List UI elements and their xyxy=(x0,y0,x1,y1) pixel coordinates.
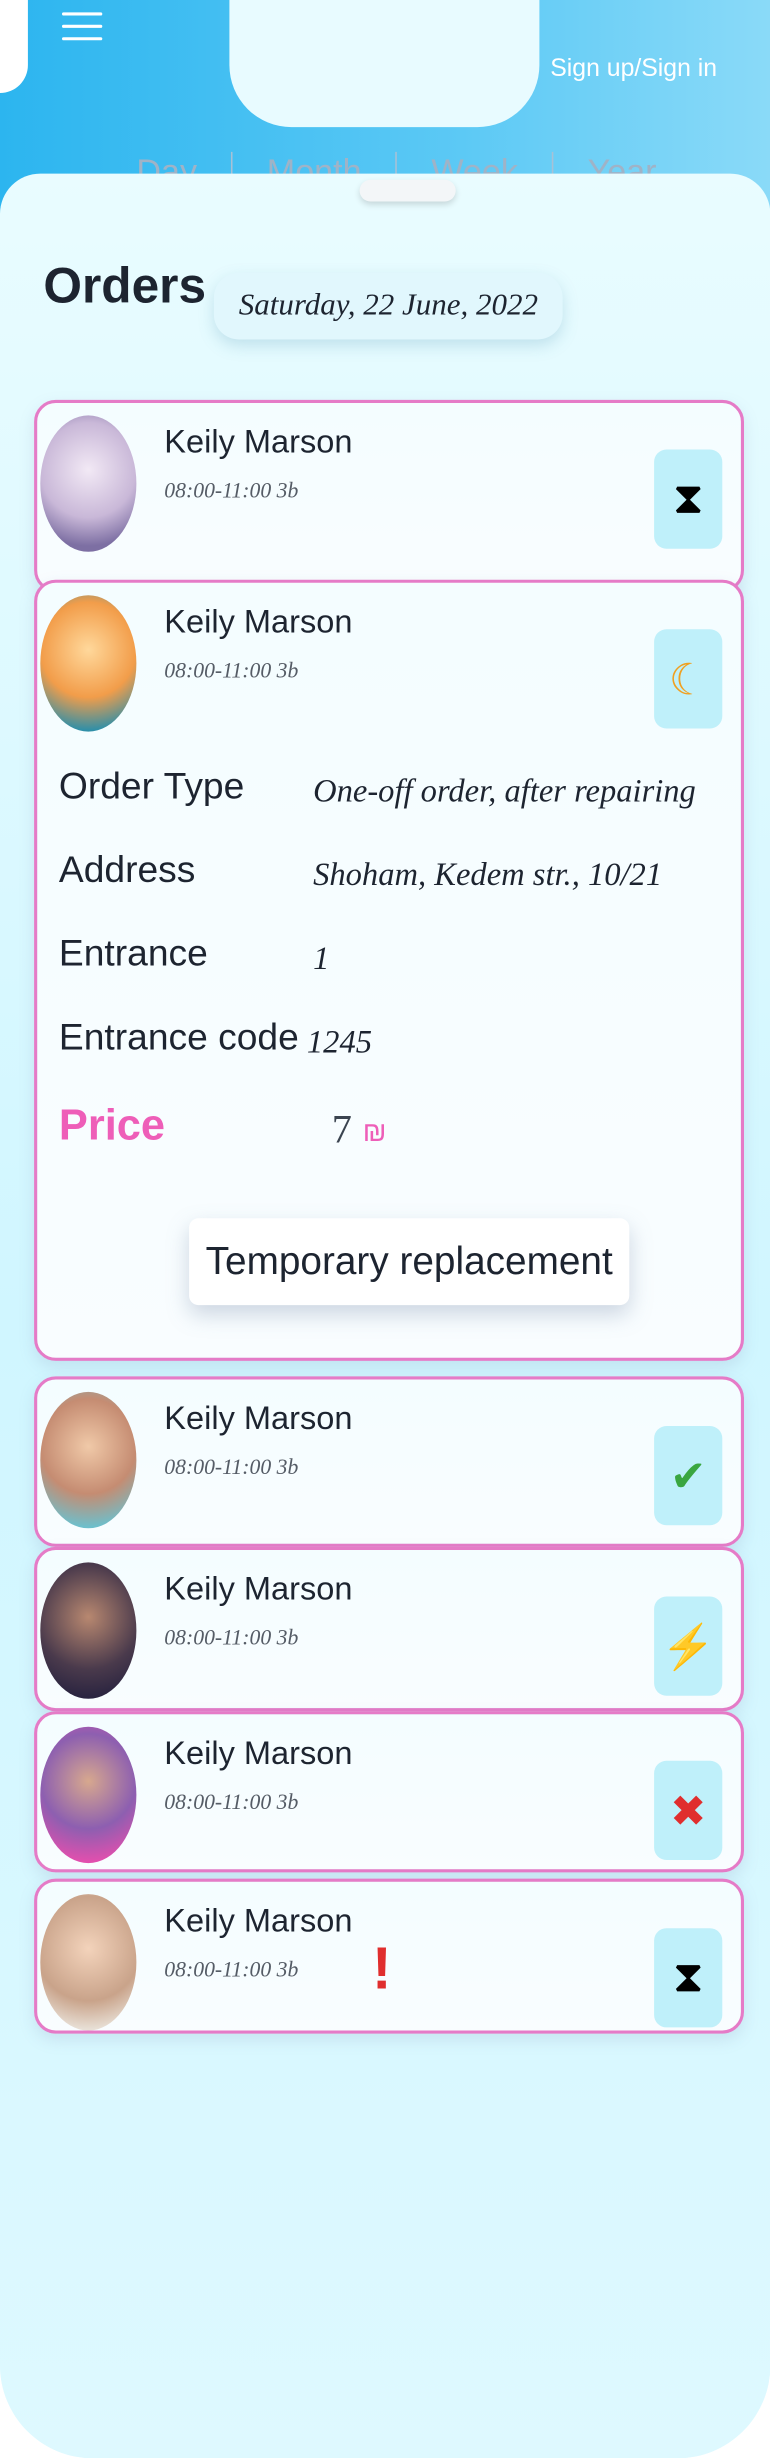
order-time: 08:00-11:00 3b xyxy=(164,1457,299,1481)
order-card[interactable]: Keily Marson 08:00-11:00 3b ⚡ xyxy=(34,1546,745,1712)
currency-icon: ₪ xyxy=(362,1116,387,1147)
order-type-label: Order Type xyxy=(58,765,245,808)
alert-icon: ! xyxy=(372,1937,392,2003)
customer-name: Keily Marson xyxy=(164,604,353,641)
order-card[interactable]: Keily Marson 08:00-11:00 3b ✔ xyxy=(34,1376,745,1547)
signin-link[interactable]: Sign up/Sign in xyxy=(550,56,717,84)
avatar xyxy=(40,1894,137,2031)
order-card[interactable]: Keily Marson 08:00-11:00 3b ! ⧗ xyxy=(34,1878,745,2034)
customer-name: Keily Marson xyxy=(164,1571,353,1608)
drag-handle[interactable] xyxy=(359,179,456,202)
moon-star-icon: ☾ xyxy=(654,629,723,729)
temporary-replacement-button[interactable]: Temporary replacement xyxy=(189,1218,630,1306)
entrance-code-value: 1245 xyxy=(306,1022,372,1061)
date-pill[interactable]: Saturday, 22 June, 2022 xyxy=(213,272,563,340)
lightning-icon: ⚡ xyxy=(654,1596,723,1696)
price-label: Price xyxy=(58,1100,166,1149)
checkmark-icon: ✔ xyxy=(654,1426,723,1526)
customer-name: Keily Marson xyxy=(164,1903,353,1940)
avatar xyxy=(40,1726,137,1864)
phone-notch xyxy=(229,0,540,128)
phone-frame: Sign up/Sign in Day Month Week Year Orde… xyxy=(0,0,770,2458)
hourglass-icon: ⧗ xyxy=(654,449,723,549)
order-time: 08:00-11:00 3b xyxy=(164,1959,299,1983)
customer-name: Keily Marson xyxy=(164,1736,353,1772)
avatar xyxy=(40,1562,137,1699)
order-time: 08:00-11:00 3b xyxy=(164,480,299,504)
order-time: 08:00-11:00 3b xyxy=(164,1627,299,1651)
avatar xyxy=(40,1391,137,1529)
avatar xyxy=(40,595,137,732)
address-value: Shoham, Kedem str., 10/21 xyxy=(313,855,663,893)
entrance-label: Entrance xyxy=(58,933,208,975)
price-value: 7 xyxy=(331,1106,352,1152)
order-time: 08:00-11:00 3b xyxy=(164,660,299,684)
order-card-expanded[interactable]: Keily Marson 08:00-11:00 3b ☾ Order Type… xyxy=(34,579,745,1361)
order-type-value: One-off order, after repairing xyxy=(313,771,696,810)
customer-name: Keily Marson xyxy=(164,1401,353,1437)
order-card[interactable]: Keily Marson 08:00-11:00 3b ✖ xyxy=(34,1711,745,1873)
address-label: Address xyxy=(58,849,196,892)
page-title: Orders xyxy=(43,257,207,314)
customer-name: Keily Marson xyxy=(164,424,353,461)
avatar xyxy=(40,415,137,552)
entrance-value: 1 xyxy=(313,939,330,977)
entrance-code-label: Entrance code xyxy=(58,1016,299,1059)
order-time: 08:00-11:00 3b xyxy=(164,1791,299,1816)
hourglass-icon: ⧗ xyxy=(654,1928,723,2028)
cross-icon: ✖ xyxy=(654,1760,723,1860)
order-card[interactable]: Keily Marson 08:00-11:00 3b ⧗ xyxy=(34,399,745,593)
menu-icon[interactable] xyxy=(62,12,103,43)
